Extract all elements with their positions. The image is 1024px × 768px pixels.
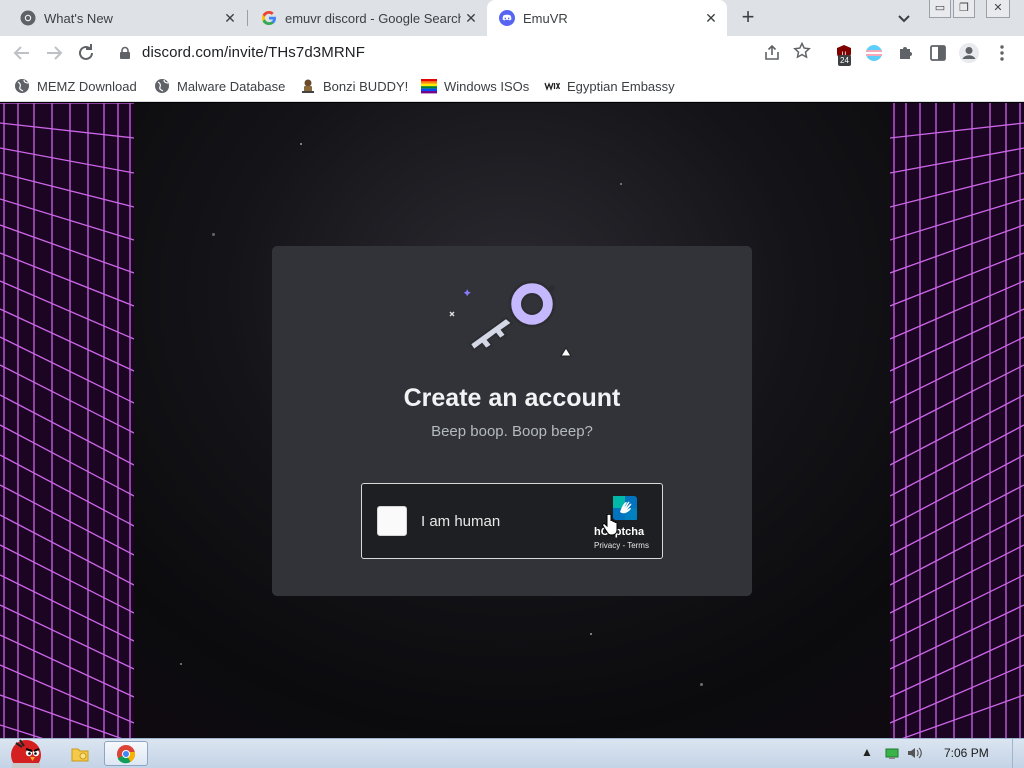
chrome-icon	[117, 744, 135, 763]
bookmark-memz-download[interactable]: MEMZ Download	[14, 76, 137, 96]
trans-flag-extension-icon[interactable]	[864, 43, 884, 63]
rainbow-flag-icon	[421, 79, 437, 94]
close-window-button[interactable]: ✕	[986, 0, 1010, 18]
bookmark-label: Bonzi BUDDY!	[323, 78, 409, 94]
key-illustration-icon	[449, 280, 572, 357]
wix-icon	[544, 82, 560, 91]
browser-toolbar: discord.com/invite/THs7d3MRNF u	[0, 36, 1024, 70]
bookmark-malware-database[interactable]: Malware Database	[154, 76, 285, 96]
human-checkbox[interactable]	[377, 506, 407, 536]
create-account-card: Create an account Beep boop. Boop beep? …	[272, 246, 752, 596]
star-speck	[300, 143, 302, 145]
bookmark-egyptian-embassy[interactable]: Egyptian Embassy	[544, 76, 675, 96]
start-button-angry-bird-icon[interactable]	[2, 733, 48, 768]
back-button[interactable]	[10, 41, 34, 65]
back-arrow-icon	[13, 46, 29, 60]
card-subtitle: Beep boop. Boop beep?	[431, 423, 593, 440]
neon-grid-left	[0, 103, 134, 738]
folder-icon	[71, 748, 89, 761]
volume-tray-icon[interactable]	[906, 745, 922, 761]
network-tray-icon[interactable]	[884, 745, 900, 761]
tab-search-icon[interactable]	[894, 8, 914, 28]
tray-show-hidden-icon[interactable]: ▲	[861, 745, 873, 761]
star-speck	[620, 183, 622, 185]
discord-invite-page: Create an account Beep boop. Boop beep? …	[0, 103, 1024, 738]
discord-icon	[499, 10, 515, 26]
captcha-label: I am human	[421, 513, 501, 530]
tab-title: EmuVR	[523, 10, 568, 26]
side-panel-icon[interactable]	[928, 43, 948, 63]
more-menu-icon[interactable]	[992, 43, 1012, 63]
tab-emuvr[interactable]: EmuVR ✕	[487, 0, 727, 36]
neon-grid-right	[890, 103, 1024, 738]
star-speck	[180, 663, 182, 665]
taskbar-chrome[interactable]	[104, 741, 148, 766]
bookmark-label: Windows ISOs	[444, 78, 530, 94]
show-desktop-button[interactable]	[1012, 739, 1024, 768]
bookmark-star-icon[interactable]	[792, 41, 812, 61]
card-title: Create an account	[403, 384, 621, 412]
chrome-icon	[20, 10, 36, 26]
bonzi-icon	[302, 79, 314, 93]
star-speck	[590, 633, 592, 635]
captcha-privacy-terms-links[interactable]: Privacy - Terms	[594, 541, 649, 550]
url-text: discord.com/invite/THs7d3MRNF	[142, 44, 365, 61]
forward-arrow-icon	[47, 46, 63, 60]
close-tab-icon[interactable]: ✕	[220, 8, 240, 28]
new-tab-button[interactable]: +	[736, 6, 760, 30]
taskbar-clock: 7:06 PM	[944, 746, 989, 760]
lock-icon	[120, 46, 130, 59]
tab-strip: What's New ✕ emuvr discord - Google Sear…	[0, 0, 1024, 36]
forward-button[interactable]	[42, 41, 66, 65]
hcaptcha-widget: I am human hCaptcha Privacy - Terms	[361, 483, 663, 559]
tab-whats-new[interactable]: What's New ✕	[0, 0, 246, 36]
hand-cursor-icon	[602, 514, 618, 536]
tab-title: emuvr discord - Google Search	[285, 10, 461, 26]
address-bar[interactable]: discord.com/invite/THs7d3MRNF	[108, 38, 826, 68]
bookmark-label: Malware Database	[177, 78, 286, 94]
bookmark-bonzi-buddy[interactable]: Bonzi BUDDY!	[300, 76, 408, 96]
taskbar-file-explorer[interactable]	[58, 741, 102, 766]
globe-icon	[15, 79, 29, 93]
bookmark-label: Egyptian Embassy	[567, 78, 675, 94]
star-speck	[212, 233, 215, 236]
globe-icon	[155, 79, 169, 93]
reload-button[interactable]	[74, 41, 98, 65]
share-icon[interactable]	[762, 43, 782, 63]
extension-badge: 24	[838, 55, 851, 66]
star-speck	[700, 683, 703, 686]
restore-button[interactable]: ❐	[953, 0, 975, 18]
bookmark-label: MEMZ Download	[37, 78, 137, 94]
tab-title: What's New	[44, 10, 113, 26]
extensions-puzzle-icon[interactable]	[896, 43, 916, 63]
profile-avatar-icon[interactable]	[958, 42, 980, 64]
bookmark-windows-isos[interactable]: Windows ISOs	[421, 76, 529, 96]
bookmarks-bar: MEMZ Download Malware Database Bonzi BUD…	[0, 70, 1024, 102]
minimize-button[interactable]: ▭	[929, 0, 951, 18]
close-tab-icon[interactable]: ✕	[461, 8, 481, 28]
reload-icon	[79, 44, 93, 60]
windows-taskbar: ▲ 7:06 PM	[0, 738, 1024, 768]
google-icon	[262, 11, 276, 25]
close-tab-icon[interactable]: ✕	[701, 8, 721, 28]
tab-google-search[interactable]: emuvr discord - Google Search ✕	[241, 0, 487, 36]
